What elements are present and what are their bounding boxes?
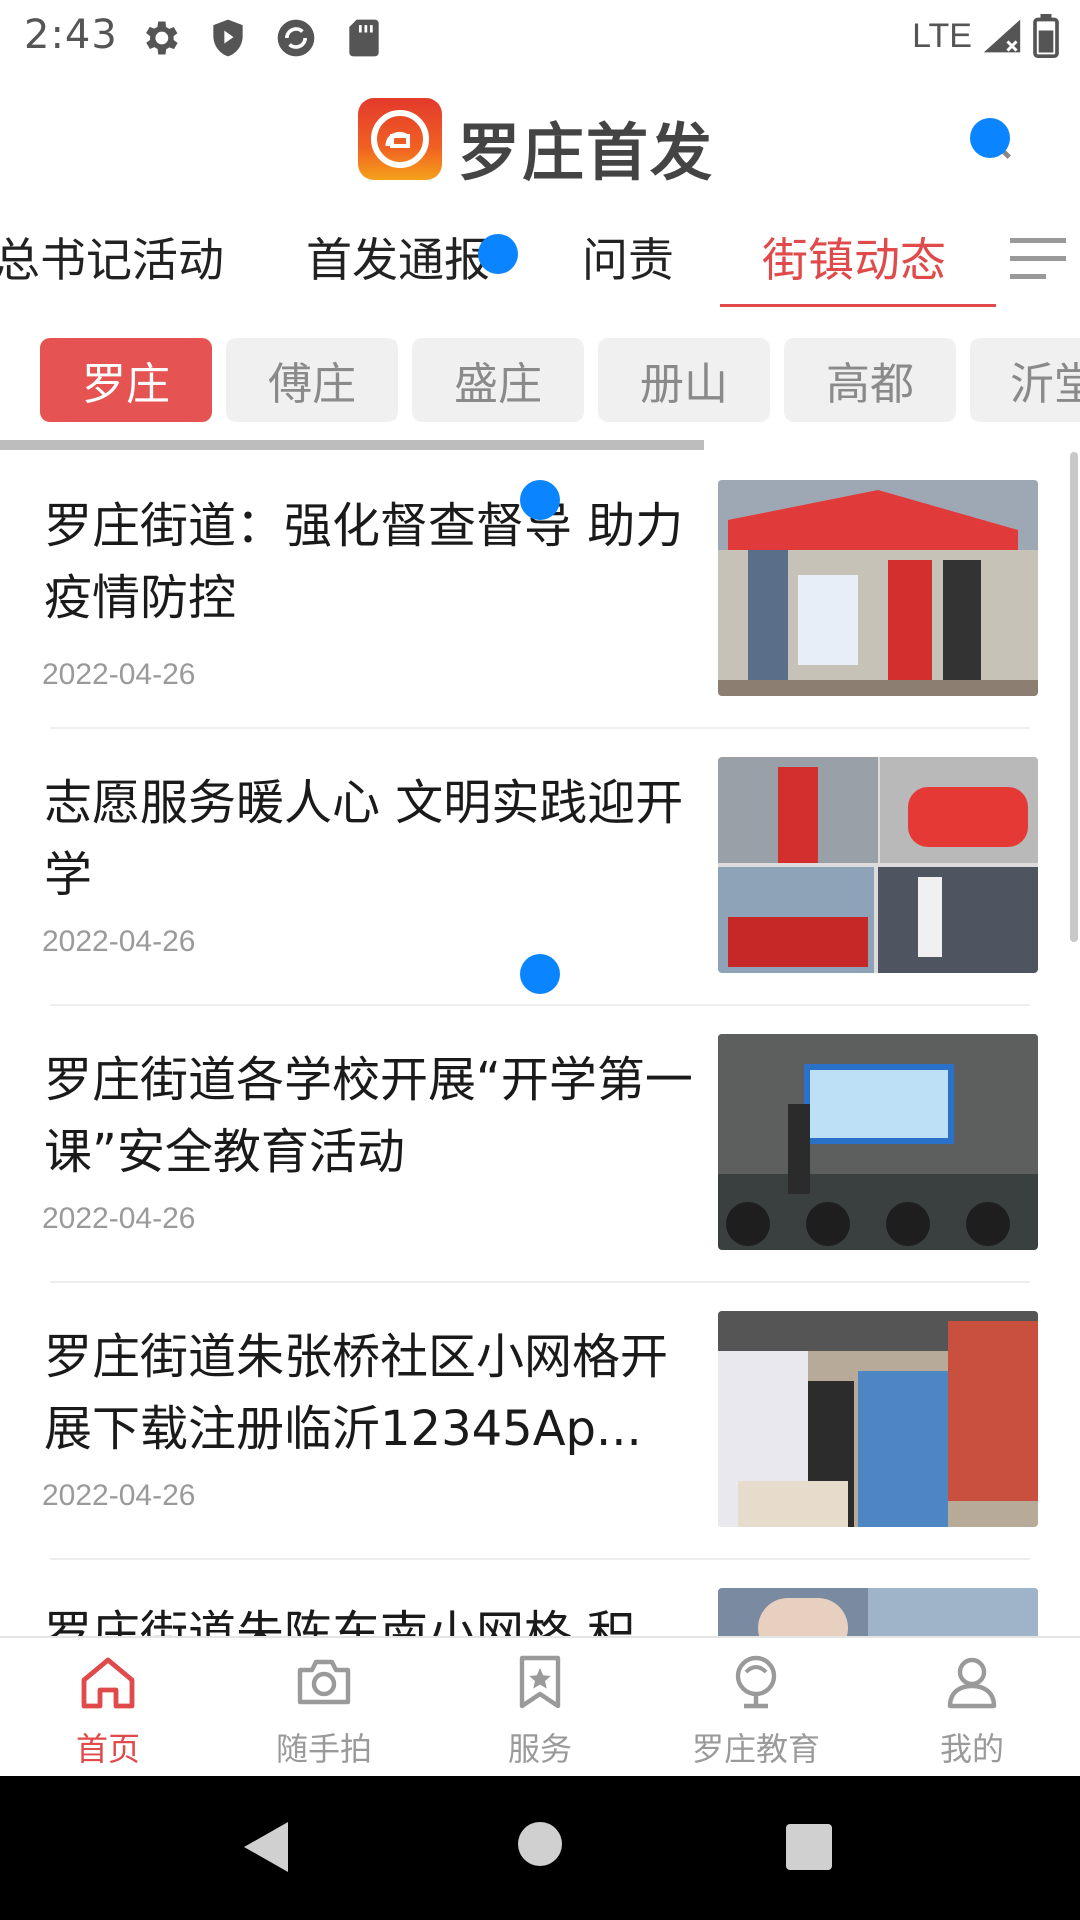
chip-shengzhuang[interactable]: 盛庄 — [412, 338, 584, 422]
news-thumbnail — [718, 1588, 1038, 1636]
nav-snapshot-label: 随手拍 — [275, 1730, 372, 1768]
news-thumbnail — [718, 1034, 1038, 1250]
nav-education[interactable]: 罗庄教育 — [648, 1638, 864, 1778]
news-title: 罗庄街道：强化督查督导 助力疫情防控 — [44, 498, 684, 626]
chip-gaodu[interactable]: 高都 — [784, 338, 956, 422]
camera-icon — [297, 1659, 351, 1705]
sync-icon — [277, 19, 315, 57]
loading-progress — [0, 440, 1080, 450]
status-icons — [138, 16, 386, 60]
news-thumbnail — [718, 757, 1038, 973]
news-item[interactable]: 罗庄街道各学校开展“开学第一课”安全教育活动 2022-04-26 — [0, 1006, 1080, 1283]
status-time: 2:43 — [24, 12, 118, 58]
nav-profile[interactable]: 我的 — [864, 1638, 1080, 1778]
news-thumbnail — [718, 480, 1038, 696]
news-date: 2022-04-26 — [42, 925, 196, 958]
chip-fuzhuang[interactable]: 傅庄 — [226, 338, 398, 422]
app-title: 罗庄首发 — [458, 116, 715, 189]
news-date: 2022-04-26 — [42, 1479, 196, 1512]
status-right: LTE — [912, 14, 1060, 58]
sd-card-icon — [349, 19, 379, 57]
gear-icon — [146, 21, 178, 55]
battery-icon — [1033, 14, 1059, 58]
nav-services[interactable]: 服务 — [432, 1638, 648, 1778]
touch-indicator — [970, 118, 1010, 158]
news-title: 罗庄街道各学校开展“开学第一课”安全教育活动 — [44, 1052, 693, 1180]
home-icon — [81, 1657, 135, 1709]
app-header: 罗庄首发 — [0, 74, 1080, 204]
tab-general-secretary[interactable]: 总书记活动 — [0, 224, 224, 290]
news-feed[interactable]: 罗庄街道：强化督查督导 助力疫情防控 2022-04-26 志愿服务暖人心 文明… — [0, 452, 1080, 1636]
system-navigation-bar — [0, 1776, 1080, 1920]
nav-home[interactable]: 首页 — [0, 1638, 216, 1778]
education-icon — [735, 1655, 777, 1709]
tab-first-bulletin[interactable]: 首发通报 — [306, 224, 490, 290]
touch-indicator — [478, 234, 518, 274]
bookmark-star-icon — [519, 1655, 561, 1709]
news-date: 2022-04-26 — [42, 658, 196, 691]
nav-services-label: 服务 — [507, 1730, 572, 1768]
shield-icon — [213, 19, 243, 57]
news-item[interactable]: 罗庄街道朱张桥社区小网格开展下载注册临沂12345Ap... 2022-04-2… — [0, 1283, 1080, 1560]
chip-luozhuang[interactable]: 罗庄 — [40, 338, 212, 422]
signal-icon — [983, 19, 1021, 53]
nav-snapshot[interactable]: 随手拍 — [216, 1638, 432, 1778]
news-title: 罗庄街道朱张桥社区小网格开展下载注册临沂12345Ap... — [44, 1329, 669, 1457]
user-icon — [947, 1657, 997, 1709]
home-button-icon[interactable] — [518, 1822, 562, 1866]
active-tab-indicator — [720, 304, 996, 307]
touch-indicator — [520, 480, 560, 520]
news-title: 罗庄街道朱陈东南小网格 积 — [44, 1606, 636, 1636]
nav-home-label: 首页 — [75, 1730, 140, 1768]
category-tabs: 总书记活动 首发通报 问责 街镇动态 — [0, 204, 1080, 314]
recents-icon[interactable] — [786, 1824, 832, 1870]
tab-town-news[interactable]: 街镇动态 — [762, 224, 946, 290]
news-item[interactable]: 罗庄街道朱陈东南小网格 积 — [0, 1560, 1080, 1636]
status-bar: 2:43 LTE — [0, 0, 1080, 74]
news-date: 2022-04-26 — [42, 1202, 196, 1235]
touch-indicator — [520, 954, 560, 994]
chip-ceshan[interactable]: 册山 — [598, 338, 770, 422]
news-thumbnail — [718, 1311, 1038, 1527]
news-title: 志愿服务暖人心 文明实践迎开学 — [44, 775, 684, 903]
tab-accountability[interactable]: 问责 — [582, 224, 674, 290]
town-filter-tabs: 罗庄 傅庄 盛庄 册山 高都 沂堂 — [0, 338, 1080, 424]
menu-icon[interactable] — [1010, 234, 1070, 282]
bottom-navigation: 首页 随手拍 服务 罗庄教育 我的 — [0, 1636, 1080, 1776]
network-type: LTE — [912, 16, 972, 55]
logo-icon — [358, 98, 442, 180]
nav-profile-label: 我的 — [939, 1730, 1004, 1768]
loading-progress-fill — [0, 440, 704, 450]
chip-yitang[interactable]: 沂堂 — [970, 338, 1080, 422]
back-icon[interactable] — [244, 1822, 288, 1872]
nav-education-label: 罗庄教育 — [691, 1730, 820, 1768]
